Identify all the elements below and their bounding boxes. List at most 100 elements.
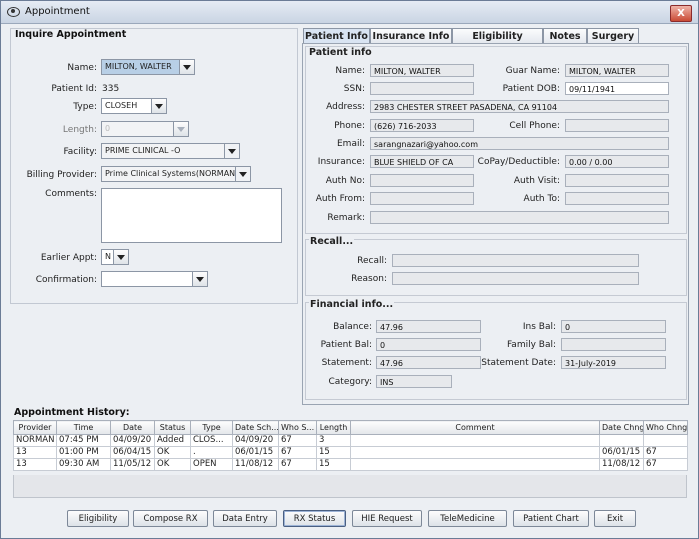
category-label: Category: xyxy=(328,377,373,387)
email-label: Email: xyxy=(336,139,365,149)
patient-id-value: 335 xyxy=(102,84,120,94)
ssn-field xyxy=(370,82,474,95)
cell: 11/08/12 xyxy=(232,458,279,471)
eligibility-button[interactable]: Eligibility xyxy=(67,510,129,527)
financial-title: Financial info... xyxy=(309,299,395,310)
email-field: sarangnazari@yahoo.com xyxy=(370,137,669,150)
statement-field: 47.96 xyxy=(376,356,481,369)
length-label: Length: xyxy=(62,125,97,135)
chevron-down-icon[interactable] xyxy=(192,272,207,286)
col-type[interactable]: Type xyxy=(190,420,233,435)
cell: OK xyxy=(154,446,191,459)
col-comment[interactable]: Comment xyxy=(350,420,600,435)
dob-field: 09/11/1941 xyxy=(565,82,669,95)
col-status[interactable]: Status xyxy=(154,420,191,435)
earlier-appt-combo[interactable]: N xyxy=(101,249,129,265)
col-date[interactable]: Date xyxy=(110,420,155,435)
cell: 04/09/20 xyxy=(110,434,155,447)
auth-from-field xyxy=(370,192,474,205)
chevron-down-icon[interactable] xyxy=(151,99,166,113)
cell: 67 xyxy=(643,458,688,471)
col-date-scheduled[interactable]: Date Sch... xyxy=(232,420,279,435)
family-bal-field xyxy=(561,338,666,351)
compose-rx-button[interactable]: Compose RX xyxy=(133,510,208,527)
tab-insurance-info[interactable]: Insurance Info xyxy=(370,28,452,43)
telemedicine-button[interactable]: TeleMedicine xyxy=(428,510,507,527)
confirmation-label: Confirmation: xyxy=(35,275,97,285)
table-row[interactable]: NORMAN 07:45 PM 04/09/20 Added CLOS... 0… xyxy=(13,434,688,447)
cell: 13 xyxy=(13,458,57,471)
cell: 15 xyxy=(316,458,351,471)
tab-patient-info[interactable]: Patient Info xyxy=(303,28,370,44)
appointment-window: Appointment X Inquire Appointment Name: … xyxy=(0,0,699,539)
insurance-label: Insurance: xyxy=(317,157,365,167)
cell: CLOS... xyxy=(190,434,233,447)
insurance-field: BLUE SHIELD OF CA xyxy=(370,155,474,168)
col-date-changed[interactable]: Date Chng xyxy=(599,420,644,435)
cell: . xyxy=(190,446,233,459)
chevron-down-icon[interactable] xyxy=(113,250,128,264)
col-who-changed[interactable]: Who Chng xyxy=(643,420,688,435)
cell xyxy=(350,458,600,471)
history-title: Appointment History: xyxy=(14,407,130,418)
tab-surgery[interactable]: Surgery xyxy=(587,28,639,43)
cell: 11/08/12 xyxy=(599,458,644,471)
recall-label: Recall: xyxy=(357,256,387,266)
close-button[interactable]: X xyxy=(670,5,692,22)
chevron-down-icon[interactable] xyxy=(173,122,188,136)
name-label: Name: xyxy=(67,63,97,73)
chevron-down-icon[interactable] xyxy=(235,167,250,181)
patient-bal-label: Patient Bal: xyxy=(320,340,372,350)
patient-info-title: Patient info xyxy=(309,47,372,58)
cell: 15 xyxy=(316,446,351,459)
recall-title: Recall... xyxy=(309,236,355,247)
type-combo[interactable]: CLOSEH xyxy=(101,98,167,114)
data-entry-button[interactable]: Data Entry xyxy=(213,510,277,527)
cell xyxy=(350,446,600,459)
ins-bal-label: Ins Bal: xyxy=(522,322,556,332)
hie-request-button[interactable]: HIE Request xyxy=(352,510,422,527)
col-provider[interactable]: Provider xyxy=(13,420,57,435)
chevron-down-icon[interactable] xyxy=(224,144,239,158)
history-table: Provider Time Date Status Type Date Sch.… xyxy=(13,420,688,471)
family-bal-label: Family Bal: xyxy=(506,340,556,350)
length-combo[interactable]: 0 xyxy=(101,121,189,137)
cell: 67 xyxy=(278,434,317,447)
cell: NORMAN xyxy=(13,434,57,447)
col-who-scheduled[interactable]: Who S... xyxy=(278,420,317,435)
auth-to-field xyxy=(565,192,669,205)
rx-status-button[interactable]: RX Status xyxy=(283,510,346,527)
billing-provider-combo[interactable]: Prime Clinical Systems(NORMAN) xyxy=(101,166,251,182)
cell: 06/01/15 xyxy=(232,446,279,459)
cell: 06/04/15 xyxy=(110,446,155,459)
chevron-down-icon[interactable] xyxy=(179,60,194,74)
cell xyxy=(599,434,644,447)
col-time[interactable]: Time xyxy=(56,420,111,435)
copay-field: 0.00 / 0.00 xyxy=(565,155,669,168)
table-row[interactable]: 13 01:00 PM 06/04/15 OK . 06/01/15 67 15… xyxy=(13,446,688,459)
ins-bal-field: 0 xyxy=(561,320,666,333)
col-length[interactable]: Length xyxy=(316,420,351,435)
tab-eligibility-history[interactable]: Eligibility History xyxy=(452,28,543,57)
exit-button[interactable]: Exit xyxy=(594,510,636,527)
phone-label: Phone: xyxy=(334,121,365,131)
facility-combo[interactable]: PRIME CLINICAL -O xyxy=(101,143,240,159)
cell: 04/09/20 xyxy=(232,434,279,447)
patient-chart-button[interactable]: Patient Chart xyxy=(513,510,589,527)
window-title: Appointment xyxy=(25,6,90,17)
tab-notes[interactable]: Notes xyxy=(543,28,587,43)
comments-textarea[interactable] xyxy=(101,188,282,243)
table-row[interactable]: 13 09:30 AM 11/05/12 OK OPEN 11/08/12 67… xyxy=(13,458,688,471)
name-combo[interactable]: MILTON, WALTER xyxy=(101,59,195,75)
auth-visit-field xyxy=(565,174,669,187)
comments-label: Comments: xyxy=(45,189,97,199)
inquire-title: Inquire Appointment xyxy=(15,29,127,40)
dob-label: Patient DOB: xyxy=(502,84,560,94)
confirmation-combo[interactable] xyxy=(101,271,208,287)
type-label: Type: xyxy=(73,102,97,112)
name-value: MILTON, WALTER xyxy=(105,62,172,71)
cell: 07:45 PM xyxy=(56,434,111,447)
cell: 67 xyxy=(643,446,688,459)
cell: 06/01/15 xyxy=(599,446,644,459)
cell-phone-label: Cell Phone: xyxy=(509,121,560,131)
